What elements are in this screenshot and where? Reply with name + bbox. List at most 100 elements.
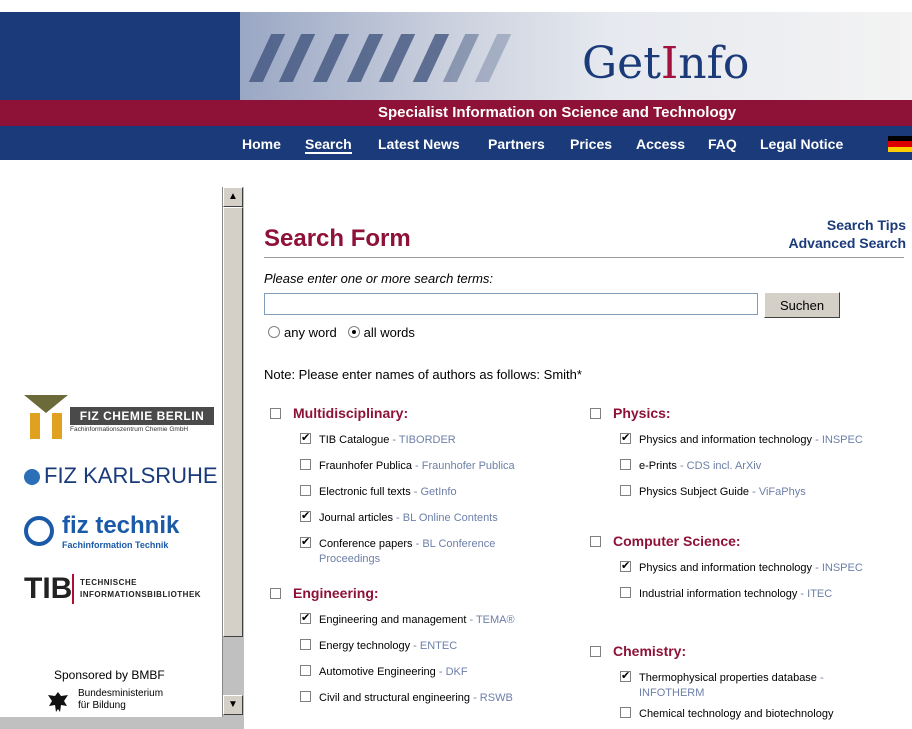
database-source-link[interactable]: - BL Conference Proceedings (319, 538, 495, 565)
database-option-physics-subject-guide[interactable]: Physics Subject Guide - ViFaPhys (620, 485, 806, 500)
category-chemistry[interactable]: Chemistry: (590, 643, 686, 659)
tib-logo[interactable]: TIB TECHNISCHE INFORMATIONSBIBLIOTHEK (24, 572, 224, 608)
sidebar-scrollbar[interactable]: ▲ ▼ (222, 187, 244, 717)
database-checkbox[interactable] (620, 587, 631, 598)
category-computer-science[interactable]: Computer Science: (590, 533, 741, 549)
database-source-link[interactable]: - INSPEC (812, 434, 863, 446)
category-label: Engineering: (293, 585, 379, 601)
database-option-fraunhofer-publica[interactable]: Fraunhofer Publica - Fraunhofer Publica (300, 459, 515, 474)
database-option-automotive-engineering[interactable]: Automotive Engineering - DKF (300, 665, 468, 680)
database-source-link[interactable]: - RSWB (470, 692, 513, 704)
match-mode-options: any word all words (268, 325, 415, 340)
database-source-link[interactable]: - INFOTHERM (639, 672, 824, 699)
database-option-tib-catalogue[interactable]: TIB Catalogue - TIBORDER (300, 431, 456, 448)
database-option-journal-articles[interactable]: Journal articles - BL Online Contents (300, 509, 498, 526)
fiz-technik-icon (24, 516, 54, 546)
database-label: Physics and information technology - INS… (639, 562, 863, 574)
scroll-up-icon[interactable]: ▲ (223, 187, 243, 207)
nav-access[interactable]: Access (636, 136, 685, 152)
database-label: Automotive Engineering - DKF (319, 666, 468, 678)
getinfo-logo[interactable]: GetInfo (582, 38, 749, 89)
fiz-chemie-logo[interactable]: FIZ CHEMIE BERLIN Fachinformationszentru… (24, 395, 214, 441)
search-button[interactable]: Suchen (764, 292, 840, 318)
title-divider (264, 257, 904, 258)
database-source-link[interactable]: - BL Online Contents (393, 512, 498, 524)
category-physics[interactable]: Physics: (590, 405, 671, 421)
database-checkbox[interactable] (300, 611, 311, 626)
scroll-thumb[interactable] (223, 207, 243, 637)
page-title: Search Form (264, 225, 411, 252)
database-source-link[interactable]: - ViFaPhys (749, 486, 806, 498)
database-option-chemical-technology-and-biotechnology[interactable]: Chemical technology and biotechnology (620, 707, 833, 722)
database-checkbox[interactable] (620, 485, 631, 496)
database-source-link[interactable]: - TIBORDER (389, 434, 455, 446)
category-engineering[interactable]: Engineering: (270, 585, 379, 601)
category-checkbox[interactable] (270, 408, 281, 419)
database-option-energy-technology[interactable]: Energy technology - ENTEC (300, 639, 457, 654)
database-checkbox[interactable] (620, 459, 631, 470)
scroll-down-icon[interactable]: ▼ (223, 695, 243, 715)
category-checkbox[interactable] (270, 588, 281, 599)
database-label: Thermophysical properties database - INF… (639, 672, 824, 699)
search-tips-link[interactable]: Search Tips (827, 217, 906, 233)
nav-prices[interactable]: Prices (570, 136, 612, 152)
database-source-link[interactable]: - DKF (436, 666, 468, 678)
database-checkbox[interactable] (620, 431, 631, 446)
database-checkbox[interactable] (300, 431, 311, 446)
nav-home[interactable]: Home (242, 136, 281, 152)
database-checkbox[interactable] (620, 559, 631, 574)
database-checkbox[interactable] (620, 669, 631, 684)
sidebar-horizontal-scrollbar[interactable] (0, 717, 244, 729)
database-label: Industrial information technology - ITEC (639, 588, 833, 600)
bmbf-logo-text[interactable]: Bundesministerium für Bildung (78, 688, 168, 712)
database-option-civil-and-structural-engineering[interactable]: Civil and structural engineering - RSWB (300, 691, 513, 706)
database-checkbox[interactable] (300, 665, 311, 676)
german-flag-icon[interactable] (888, 136, 912, 152)
search-input[interactable] (264, 293, 758, 315)
database-label: Chemical technology and biotechnology (639, 708, 834, 720)
database-option-industrial-information-technology[interactable]: Industrial information technology - ITEC (620, 587, 832, 602)
database-source-link[interactable]: - GetInfo (411, 486, 457, 498)
nav-latest-news[interactable]: Latest News (378, 136, 460, 152)
nav-partners[interactable]: Partners (488, 136, 545, 152)
all-words-radio[interactable] (347, 326, 360, 338)
fiz-technik-logo[interactable]: fiz technik Fachinformation Technik (24, 512, 204, 556)
database-checkbox[interactable] (300, 535, 311, 550)
database-source-link[interactable]: - INSPEC (812, 562, 863, 574)
database-option-physics-and-information-technology[interactable]: Physics and information technology - INS… (620, 559, 863, 576)
database-label: Fraunhofer Publica - Fraunhofer Publica (319, 460, 515, 472)
database-source-link[interactable]: - TEMA® (466, 614, 514, 626)
database-option-engineering-and-management[interactable]: Engineering and management - TEMA® (300, 611, 515, 628)
database-checkbox[interactable] (300, 639, 311, 650)
category-label: Computer Science: (613, 533, 741, 549)
database-source-link[interactable]: - ITEC (797, 588, 832, 600)
database-source-link[interactable]: - Fraunhofer Publica (412, 460, 515, 472)
database-checkbox[interactable] (620, 707, 631, 718)
database-option-electronic-full-texts[interactable]: Electronic full texts - GetInfo (300, 485, 457, 500)
database-checkbox[interactable] (300, 509, 311, 524)
database-option-physics-and-information-technology[interactable]: Physics and information technology - INS… (620, 431, 863, 448)
author-note: Note: Please enter names of authors as f… (264, 367, 582, 382)
nav-faq[interactable]: FAQ (708, 136, 737, 152)
sponsored-by-text: Sponsored by BMBF (54, 668, 165, 682)
database-checkbox[interactable] (300, 485, 311, 496)
database-label: Electronic full texts - GetInfo (319, 486, 457, 498)
database-checkbox[interactable] (300, 459, 311, 470)
category-checkbox[interactable] (590, 408, 601, 419)
category-checkbox[interactable] (590, 646, 601, 657)
nav-search[interactable]: Search (305, 136, 352, 154)
database-source-link[interactable]: - CDS incl. ArXiv (677, 460, 761, 472)
advanced-search-link[interactable]: Advanced Search (789, 235, 907, 251)
any-word-radio[interactable] (268, 326, 280, 338)
database-option-conference-papers[interactable]: Conference papers - BL Conference Procee… (300, 535, 559, 567)
nav-legal-notice[interactable]: Legal Notice (760, 136, 843, 152)
database-label: Civil and structural engineering - RSWB (319, 692, 513, 704)
database-source-link[interactable]: - ENTEC (410, 640, 457, 652)
database-checkbox[interactable] (300, 691, 311, 702)
fiz-karlsruhe-logo[interactable]: FIZ KARLSRUHE (24, 463, 218, 489)
database-label: Physics Subject Guide - ViFaPhys (639, 486, 806, 498)
category-checkbox[interactable] (590, 536, 601, 547)
database-option-e-prints[interactable]: e-Prints - CDS incl. ArXiv (620, 459, 761, 474)
category-multidisciplinary[interactable]: Multidisciplinary: (270, 405, 408, 421)
database-option-thermophysical-properties-database[interactable]: Thermophysical properties database - INF… (620, 669, 879, 701)
